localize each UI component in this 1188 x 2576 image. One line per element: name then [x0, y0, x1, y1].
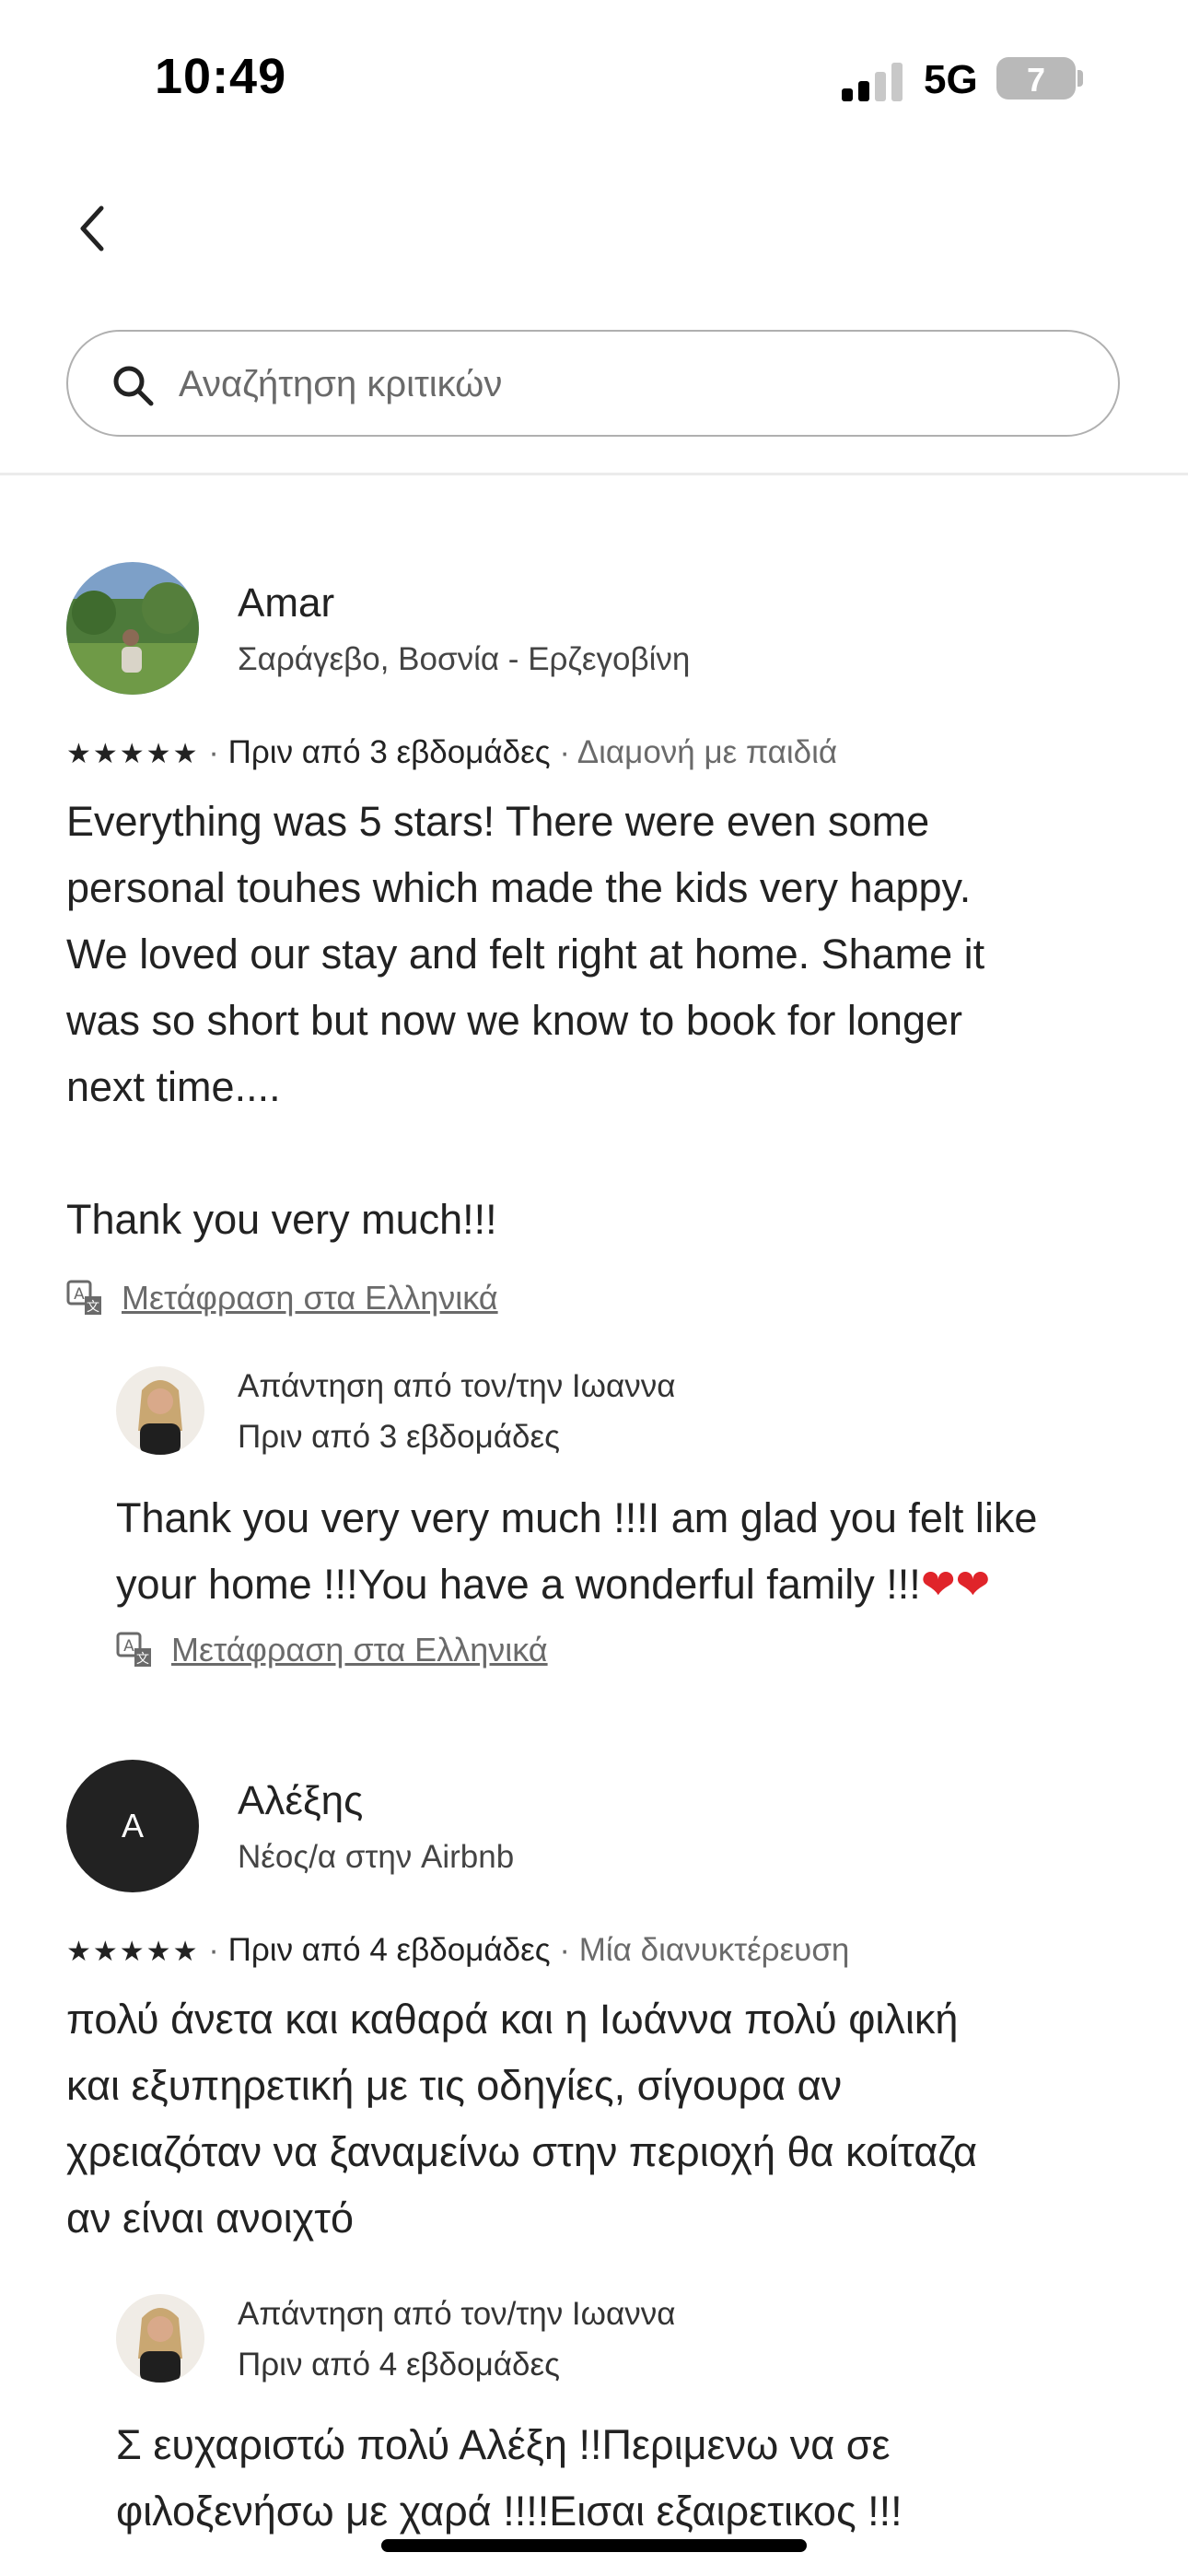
- reviewer-photo: [66, 562, 199, 695]
- review-text: Everything was 5 stars! There were even …: [66, 789, 1135, 1253]
- reviewer-avatar[interactable]: [66, 562, 199, 695]
- review-meta: ★★★★★ · Πριν από 3 εβδομάδες · Διαμονή μ…: [66, 734, 838, 770]
- response-text-line: Thank you very very much !!!I am glad yo…: [116, 1494, 1038, 1541]
- heart-icon: ❤❤: [920, 1561, 991, 1608]
- translate-label[interactable]: Μετάφραση στα Ελληνικά: [171, 1631, 548, 1669]
- translate-label[interactable]: Μετάφραση στα Ελληνικά: [122, 1279, 498, 1317]
- review-text-line: Thank you very much!!!: [66, 1196, 497, 1243]
- trip-type: Διαμονή με παιδιά: [577, 734, 838, 770]
- review-text-line: [66, 1120, 1135, 1187]
- review-date: Πριν από 3 εβδομάδες: [227, 734, 551, 770]
- svg-text:文: 文: [136, 1652, 149, 1667]
- review-text: πολύ άνετα και καθαρά και η Ιωάννα πολύ …: [66, 1986, 1153, 2252]
- response-header: Απάντηση από τον/την Ιωαννα: [238, 1368, 676, 1404]
- review-text-line: χρειαζόταν να ξαναμείνω στην περιοχή θα …: [66, 2128, 978, 2175]
- review-text-line: πολύ άνετα και καθαρά και η Ιωάννα πολύ …: [66, 1996, 959, 2043]
- back-button[interactable]: [66, 201, 122, 256]
- rating-stars: ★★★★★: [66, 739, 200, 769]
- review-text-line: Everything was 5 stars! There were even …: [66, 798, 930, 845]
- search-input[interactable]: [177, 354, 1065, 415]
- svg-text:A: A: [74, 1285, 85, 1304]
- host-avatar[interactable]: [116, 1366, 204, 1455]
- review-text-line: personal touhes which made the kids very…: [66, 864, 972, 911]
- search-bar[interactable]: [66, 330, 1120, 437]
- search-icon: [113, 366, 154, 406]
- reviewer-location: Νέος/α στην Airbnb: [238, 1839, 515, 1875]
- response-translate-link[interactable]: A 文 Μετάφραση στα Ελληνικά: [116, 1631, 548, 1669]
- translate-link[interactable]: A 文 Μετάφραση στα Ελληνικά: [66, 1279, 498, 1317]
- review-date: Πριν από 4 εβδομάδες: [227, 1932, 551, 1968]
- host-photo: [116, 2294, 204, 2383]
- battery-cap: [1077, 70, 1083, 87]
- response-text: Σ ευχαριστώ πολύ Αλέξη !!Περιμενω να σε …: [116, 2412, 1157, 2545]
- response-date: Πριν από 3 εβδομάδες: [238, 1419, 560, 1455]
- translate-icon: A 文: [116, 1632, 151, 1667]
- trip-type: Μία διανυκτέρευση: [578, 1932, 850, 1968]
- home-indicator[interactable]: [381, 2539, 807, 2552]
- chevron-left-icon: [80, 205, 104, 252]
- reviewer-avatar[interactable]: A: [66, 1760, 199, 1892]
- review-text-line: next time....: [66, 1063, 281, 1110]
- reviewer-name: Αλέξης: [238, 1778, 364, 1823]
- battery-icon: 7: [996, 57, 1076, 100]
- response-text-line: your home !!!You have a wonderful family…: [116, 1561, 921, 1608]
- svg-text:文: 文: [87, 1300, 99, 1315]
- translate-icon: A 文: [66, 1280, 101, 1315]
- avatar-initial: A: [121, 1807, 144, 1844]
- response-date: Πριν από 4 εβδομάδες: [238, 2347, 560, 2383]
- review-text-line: αν είναι ανοιχτό: [66, 2195, 355, 2242]
- response-header: Απάντηση από τον/την Ιωαννα: [238, 2296, 676, 2332]
- rating-stars: ★★★★★: [66, 1937, 200, 1967]
- host-avatar[interactable]: [116, 2294, 204, 2383]
- review-text-line: και εξυπηρετική με τις οδηγίες, σίγουρα …: [66, 2062, 843, 2109]
- reviewer-location: Σαράγεβο, Βοσνία - Ερζεγοβίνη: [238, 641, 691, 677]
- response-text: Thank you very very much !!!I am glad yo…: [116, 1485, 1157, 1618]
- battery-level: 7: [1026, 61, 1046, 99]
- host-photo: [116, 1366, 204, 1455]
- response-text-line: Σ ευχαριστώ πολύ Αλέξη !!Περιμενω να σε: [116, 2421, 891, 2468]
- review-text-line: was so short but now we know to book for…: [66, 997, 963, 1044]
- reviewer-name: Amar: [238, 580, 335, 626]
- svg-text:A: A: [123, 1637, 134, 1656]
- network-type: 5G: [924, 57, 978, 102]
- header-divider: [0, 473, 1188, 475]
- response-text-line: φιλοξενήσω με χαρά !!!!Εισαι εξαιρετικος…: [116, 2488, 903, 2535]
- status-time: 10:49: [155, 49, 287, 104]
- cellular-signal-icon: [842, 61, 903, 101]
- review-text-line: We loved our stay and felt right at home…: [66, 931, 985, 978]
- review-meta: ★★★★★ · Πριν από 4 εβδομάδες · Μία διανυ…: [66, 1932, 850, 1968]
